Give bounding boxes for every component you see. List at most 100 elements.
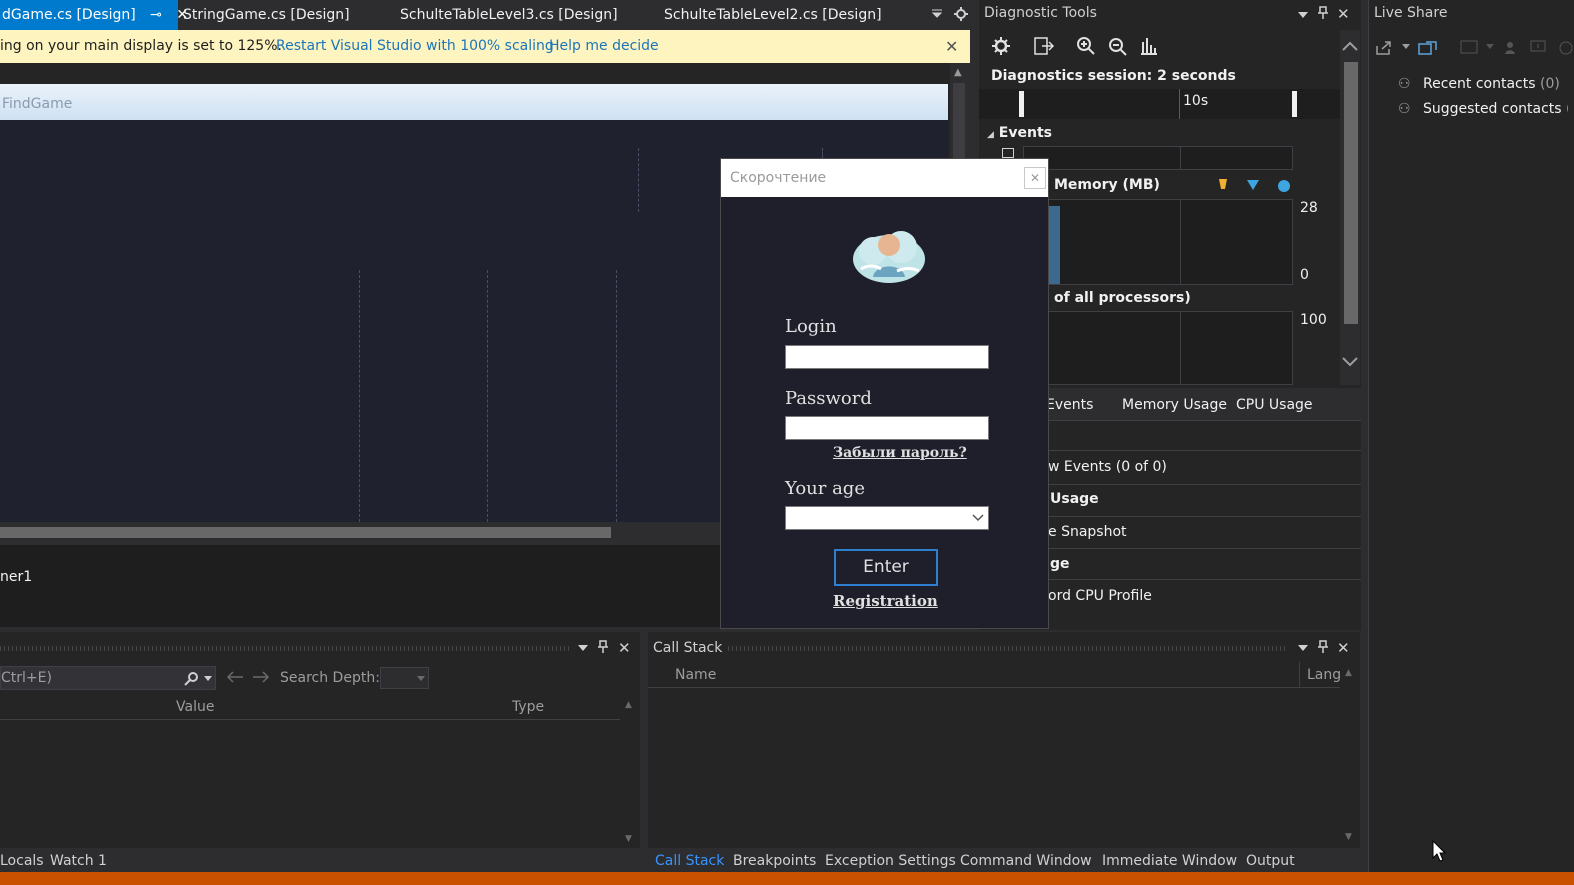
tab-locals[interactable]: Locals	[0, 853, 44, 869]
mouse-cursor-icon	[1432, 840, 1446, 862]
column-header-name[interactable]: Name	[675, 667, 716, 683]
panel-dropdown-icon[interactable]	[1297, 643, 1309, 653]
forgot-password-link[interactable]: Забыли пароль?	[833, 445, 967, 461]
cpu-chart[interactable]	[1048, 311, 1293, 385]
column-header-value[interactable]: Value	[176, 699, 214, 715]
column-header-language[interactable]: Lang	[1307, 667, 1341, 683]
share-dropdown-icon[interactable]	[1402, 44, 1410, 50]
settings-gear-icon[interactable]	[991, 36, 1011, 56]
registration-link[interactable]: Registration	[833, 592, 938, 610]
layout-guide	[822, 148, 823, 158]
search-depth-select[interactable]	[380, 667, 429, 689]
locals-scrollbar[interactable]: ▲ ▼	[622, 698, 638, 848]
pin-icon[interactable]	[597, 640, 609, 654]
infobar-message: ing on your main display is set to 125%.	[0, 38, 282, 54]
session-timeline[interactable]: 10s	[979, 89, 1340, 119]
tab-breakpoints[interactable]: Breakpoints	[733, 853, 816, 869]
column-header-type[interactable]: Type	[512, 699, 544, 715]
gear-icon[interactable]	[953, 6, 969, 22]
tab-exception-settings[interactable]: Exception Settings	[825, 853, 956, 869]
scroll-up-icon[interactable]: ▲	[1345, 668, 1352, 678]
panel-dropdown-icon[interactable]	[1297, 9, 1309, 21]
right-bottom-tab-strip: Call Stack Breakpoints Exception Setting…	[648, 850, 1368, 872]
timeline-range-end-handle[interactable]	[1292, 91, 1297, 117]
zoom-out-icon[interactable]	[1108, 37, 1128, 57]
zoom-in-icon[interactable]	[1076, 36, 1096, 56]
recent-contacts-label: Recent contacts	[1423, 76, 1536, 92]
login-input[interactable]	[785, 345, 989, 369]
pin-icon[interactable]: ⊸	[150, 0, 162, 30]
memory-usage-row: Usage	[1050, 491, 1099, 507]
panel-grip	[728, 646, 1288, 651]
screen-share-dropdown-icon	[1486, 44, 1494, 50]
scroll-up-icon[interactable]: ▲	[954, 67, 962, 78]
show-events-row[interactable]: w Events (0 of 0)	[1048, 459, 1167, 475]
scroll-up-icon[interactable]: ▲	[625, 700, 632, 710]
chart-view-icon[interactable]	[1139, 36, 1159, 56]
live-share-title: Live Share	[1374, 5, 1448, 21]
status-bar	[0, 872, 1574, 885]
end-session-icon	[1558, 40, 1574, 56]
search-back-icon	[226, 670, 244, 684]
diag-tab-events[interactable]: Events	[1046, 397, 1093, 413]
recent-contacts-item[interactable]: ⚇ Recent contacts (0)	[1398, 76, 1560, 92]
diagnostics-scroll-thumb[interactable]	[1344, 62, 1358, 324]
enter-button[interactable]: Enter	[834, 549, 938, 586]
scroll-up-chevron-icon[interactable]	[1342, 40, 1358, 52]
restart-scaling-link[interactable]: Restart Visual Studio with 100% scaling	[276, 30, 554, 63]
participants-icon	[1504, 40, 1522, 56]
record-cpu-profile-row[interactable]: ord CPU Profile	[1048, 588, 1152, 604]
tray-component-timer[interactable]: ner1	[0, 569, 32, 585]
panel-dropdown-icon[interactable]	[577, 643, 589, 653]
locals-search-input[interactable]: Ctrl+E)	[0, 666, 216, 690]
comment-icon	[1530, 40, 1548, 56]
export-report-icon[interactable]	[1033, 36, 1055, 56]
tab-call-stack[interactable]: Call Stack	[655, 853, 724, 869]
events-section-header[interactable]: ◢ Events	[987, 125, 1052, 141]
tab-command-window[interactable]: Command Window	[960, 853, 1092, 869]
form-title-bar: FindGame	[0, 84, 948, 120]
chevron-down-icon	[417, 676, 425, 682]
memory-chart-label: Memory (MB)	[1054, 177, 1160, 193]
close-infobar-icon[interactable]: ✕	[945, 30, 958, 63]
tab-output[interactable]: Output	[1246, 853, 1295, 869]
age-select[interactable]	[785, 506, 989, 530]
diag-tab-cpu-usage[interactable]: CPU Usage	[1236, 397, 1313, 413]
suggested-contacts-item[interactable]: ⚇ Suggested contacts (	[1398, 101, 1568, 117]
close-panel-icon[interactable]: ✕	[1337, 5, 1350, 23]
memory-chart[interactable]	[1048, 199, 1293, 285]
tab-findgame-design[interactable]: dGame.cs [Design] ⊸ ✕	[0, 0, 188, 30]
search-dropdown-icon[interactable]	[204, 676, 212, 682]
tab-stringgame-design[interactable]: StringGame.cs [Design]	[183, 0, 350, 30]
snapshot-marker-icon	[1246, 179, 1260, 191]
dialog-close-button[interactable]: ✕	[1024, 167, 1046, 189]
scroll-down-icon[interactable]: ▼	[625, 834, 632, 844]
tab-schultetable3-design[interactable]: SchulteTableLevel3.cs [Design]	[400, 0, 618, 30]
scroll-down-chevron-icon[interactable]	[1342, 356, 1358, 368]
tab-label: StringGame.cs [Design]	[183, 7, 350, 23]
tab-schultetable2-design[interactable]: SchulteTableLevel2.cs [Design]	[664, 0, 882, 30]
diag-tab-memory-usage[interactable]: Memory Usage	[1122, 397, 1227, 413]
close-panel-icon[interactable]: ✕	[618, 639, 631, 657]
call-stack-header-row: Name Lang	[648, 662, 1341, 688]
call-stack-scrollbar[interactable]: ▲ ▼	[1342, 666, 1358, 846]
join-session-icon[interactable]	[1418, 40, 1438, 56]
share-icon[interactable]	[1375, 40, 1393, 56]
help-me-decide-link[interactable]: Help me decide	[549, 30, 659, 63]
pin-icon[interactable]	[1317, 6, 1329, 20]
pin-icon[interactable]	[1317, 640, 1329, 654]
horizontal-scroll-thumb[interactable]	[0, 527, 611, 538]
password-input[interactable]	[785, 416, 989, 440]
scroll-down-icon[interactable]: ▼	[1345, 832, 1352, 842]
search-icon[interactable]	[183, 671, 199, 687]
timeline-range-start-handle[interactable]	[1019, 91, 1024, 117]
cpu-chart-label: of all processors)	[1054, 290, 1191, 306]
left-bottom-tab-strip: Locals Watch 1	[0, 850, 645, 872]
tab-immediate-window[interactable]: Immediate Window	[1102, 853, 1237, 869]
close-panel-icon[interactable]: ✕	[1337, 639, 1350, 657]
grid-line	[1180, 312, 1181, 384]
take-snapshot-row[interactable]: e Snapshot	[1048, 524, 1127, 540]
tab-dropdown-icon[interactable]	[930, 6, 944, 20]
tab-watch-1[interactable]: Watch 1	[50, 853, 107, 869]
live-share-panel	[1368, 0, 1574, 872]
